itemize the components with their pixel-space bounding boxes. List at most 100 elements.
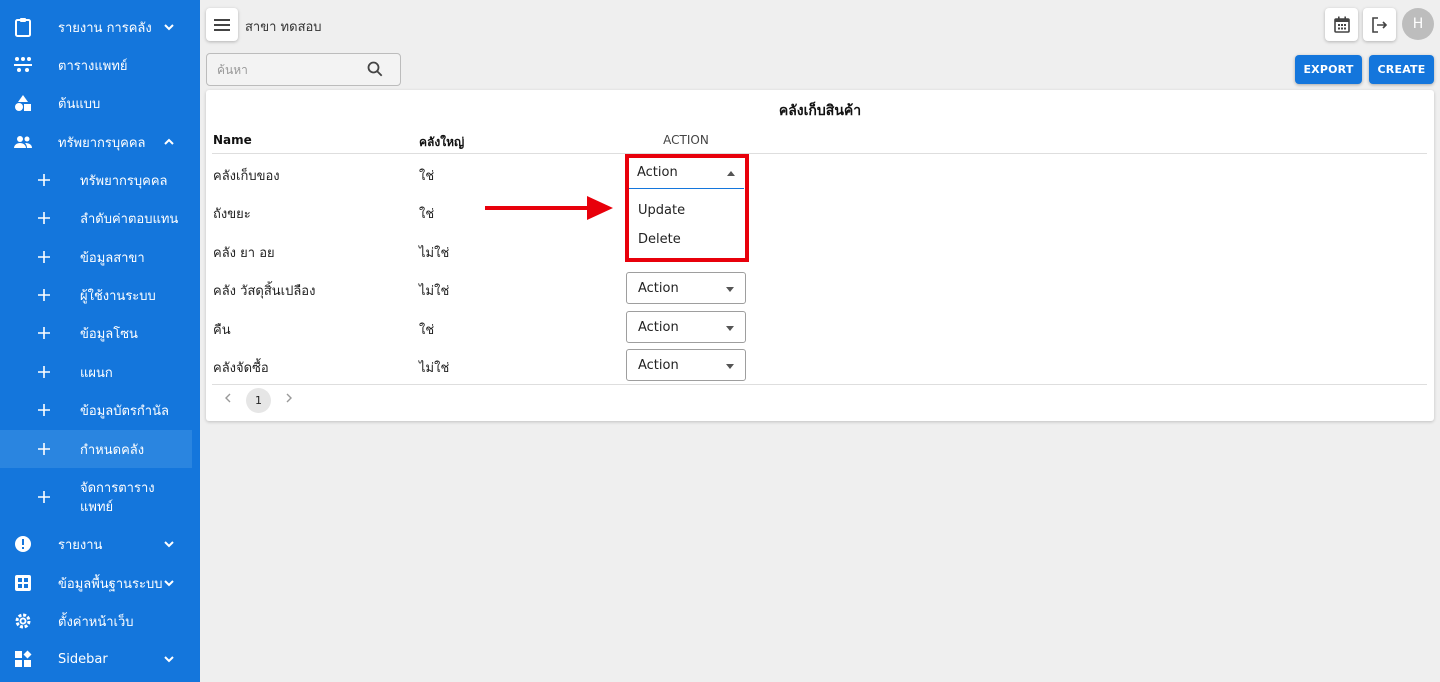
people-network-icon — [13, 55, 33, 75]
row-name: คลังเก็บของ — [213, 169, 280, 184]
label-line-1: จัดการตาราง — [80, 481, 155, 496]
row-main-warehouse: ใช่ — [419, 207, 435, 222]
sidebar-sub-item-branch[interactable]: ข้อมูลสาขา — [0, 240, 192, 274]
warehouse-table-card: คลังเก็บสินค้า Name คลังใหญ่ ACTION คลัง… — [206, 90, 1434, 421]
plus-icon — [34, 247, 54, 267]
caret-down-icon — [726, 364, 734, 369]
menu-toggle-button[interactable] — [206, 8, 238, 41]
row-main-warehouse: ใช่ — [419, 323, 435, 338]
pagination-page[interactable]: 1 — [246, 388, 271, 413]
row-name: คลังจัดซื้อ — [213, 361, 269, 376]
sidebar-item-label: ข้อมูลสาขา — [80, 250, 145, 266]
sidebar: รายงาน การคลัง ตารางแพทย์ ต้นแบบ ทรัพยาก… — [0, 0, 200, 682]
pagination-next-icon[interactable] — [283, 392, 295, 404]
column-header-main-warehouse: คลังใหญ่ — [419, 135, 465, 149]
sidebar-item-label: รายงาน — [58, 537, 103, 553]
sidebar-item-label: แผนก — [80, 365, 113, 381]
header-divider — [212, 153, 1427, 154]
calendar-button[interactable] — [1325, 8, 1358, 41]
sidebar-item-label: ผู้ใช้งานระบบ — [80, 288, 156, 304]
row-name: คืน — [213, 323, 231, 338]
footer-divider — [212, 384, 1427, 385]
chevron-down-icon — [164, 656, 174, 663]
caret-down-icon — [726, 326, 734, 331]
sidebar-item-hr[interactable]: ทรัพยากรบุคคล — [0, 125, 192, 159]
sidebar-item-warehouse-report[interactable]: รายงาน การคลัง — [0, 10, 192, 44]
plus-icon — [34, 400, 54, 420]
red-arrow-annotation — [485, 196, 613, 220]
avatar[interactable]: H — [1402, 8, 1434, 40]
action-select[interactable]: Action — [626, 311, 746, 343]
chevron-down-icon — [164, 580, 174, 587]
row-main-warehouse: ใช่ — [419, 169, 435, 184]
sidebar-sub-item-compensation[interactable]: ลำดับค่าตอบแทน — [0, 201, 192, 235]
search-input[interactable] — [217, 61, 357, 79]
label-line-2: แพทย์ — [80, 500, 114, 515]
sidebar-sub-item-voucher[interactable]: ข้อมูลบัตรกำนัล — [0, 393, 192, 427]
hamburger-icon — [214, 18, 230, 31]
sidebar-item-label: กำหนดคลัง — [80, 442, 145, 458]
row-main-warehouse: ไม่ใช่ — [419, 246, 450, 261]
sidebar-item-label: รายงาน การคลัง — [58, 20, 152, 36]
sidebar-item-label: ต้นแบบ — [58, 96, 101, 112]
sidebar-item-web-settings[interactable]: ตั้งค่าหน้าเว็บ — [0, 604, 192, 638]
pagination-prev-icon[interactable] — [222, 392, 234, 404]
action-select-value: Action — [638, 281, 679, 296]
gear-icon — [13, 611, 33, 631]
export-button[interactable]: EXPORT — [1295, 55, 1362, 84]
row-main-warehouse: ไม่ใช่ — [419, 361, 450, 376]
sidebar-sub-item-users[interactable]: ผู้ใช้งานระบบ — [0, 278, 192, 312]
grid-icon — [13, 573, 33, 593]
sidebar-sub-item-warehouse-setup[interactable]: กำหนดคลัง — [0, 430, 192, 468]
table-title: คลังเก็บสินค้า — [778, 103, 862, 119]
plus-icon — [34, 285, 54, 305]
row-name: คลัง ยา อย — [213, 246, 275, 261]
shapes-icon — [13, 93, 33, 113]
action-select[interactable]: Action — [626, 349, 746, 381]
sidebar-sub-item-zone[interactable]: ข้อมูลโซน — [0, 316, 192, 350]
plus-icon — [34, 208, 54, 228]
sidebar-item-label: จัดการตารางแพทย์ — [80, 479, 155, 517]
sidebar-item-label: ข้อมูลพื้นฐานระบบ — [58, 576, 163, 592]
logout-button[interactable] — [1363, 8, 1396, 41]
sidebar-item-template[interactable]: ต้นแบบ — [0, 86, 192, 120]
sidebar-item-sidebar[interactable]: Sidebar — [0, 642, 192, 676]
column-header-action: ACTION — [663, 133, 709, 147]
logout-icon — [1372, 16, 1388, 33]
widgets-icon — [13, 649, 33, 669]
plus-icon — [34, 362, 54, 382]
sidebar-item-report[interactable]: รายงาน — [0, 527, 192, 561]
sidebar-item-label: ข้อมูลบัตรกำนัล — [80, 403, 169, 419]
plus-icon — [34, 170, 54, 190]
clipboard-icon — [13, 17, 33, 37]
sidebar-item-label: ลำดับค่าตอบแทน — [80, 211, 179, 227]
sidebar-item-label: ข้อมูลโซน — [80, 326, 138, 342]
action-select-value: Action — [638, 320, 679, 335]
highlight-box — [625, 154, 749, 262]
action-select-value: Action — [638, 358, 679, 373]
column-header-name: Name — [213, 133, 252, 147]
sidebar-item-label: Sidebar — [58, 651, 108, 667]
sidebar-item-doctor-schedule[interactable]: ตารางแพทย์ — [0, 48, 192, 82]
plus-icon — [34, 439, 54, 459]
plus-icon — [34, 323, 54, 343]
search-icon[interactable] — [367, 61, 383, 77]
row-name: ถังขยะ — [213, 207, 251, 222]
top-bar: สาขา ทดสอบ H — [200, 0, 1440, 50]
sidebar-sub-item-department[interactable]: แผนก — [0, 355, 192, 389]
action-select[interactable]: Action — [626, 272, 746, 304]
sidebar-sub-item-manage-doctor-schedule[interactable]: จัดการตารางแพทย์ — [0, 476, 192, 518]
sidebar-item-base-data[interactable]: ข้อมูลพื้นฐานระบบ — [0, 566, 192, 600]
search-box — [206, 53, 401, 86]
chevron-up-icon — [164, 138, 174, 145]
chevron-down-icon — [164, 24, 174, 31]
sidebar-item-label: ตารางแพทย์ — [58, 58, 128, 74]
sidebar-item-label: ทรัพยากรบุคคล — [80, 173, 168, 189]
branch-name: สาขา ทดสอบ — [245, 20, 322, 35]
sidebar-sub-item-hr[interactable]: ทรัพยากรบุคคล — [0, 163, 192, 197]
calendar-icon — [1333, 16, 1350, 33]
row-main-warehouse: ไม่ใช่ — [419, 284, 450, 299]
chevron-down-icon — [164, 541, 174, 548]
create-button[interactable]: CREATE — [1369, 55, 1434, 84]
caret-down-icon — [726, 287, 734, 292]
